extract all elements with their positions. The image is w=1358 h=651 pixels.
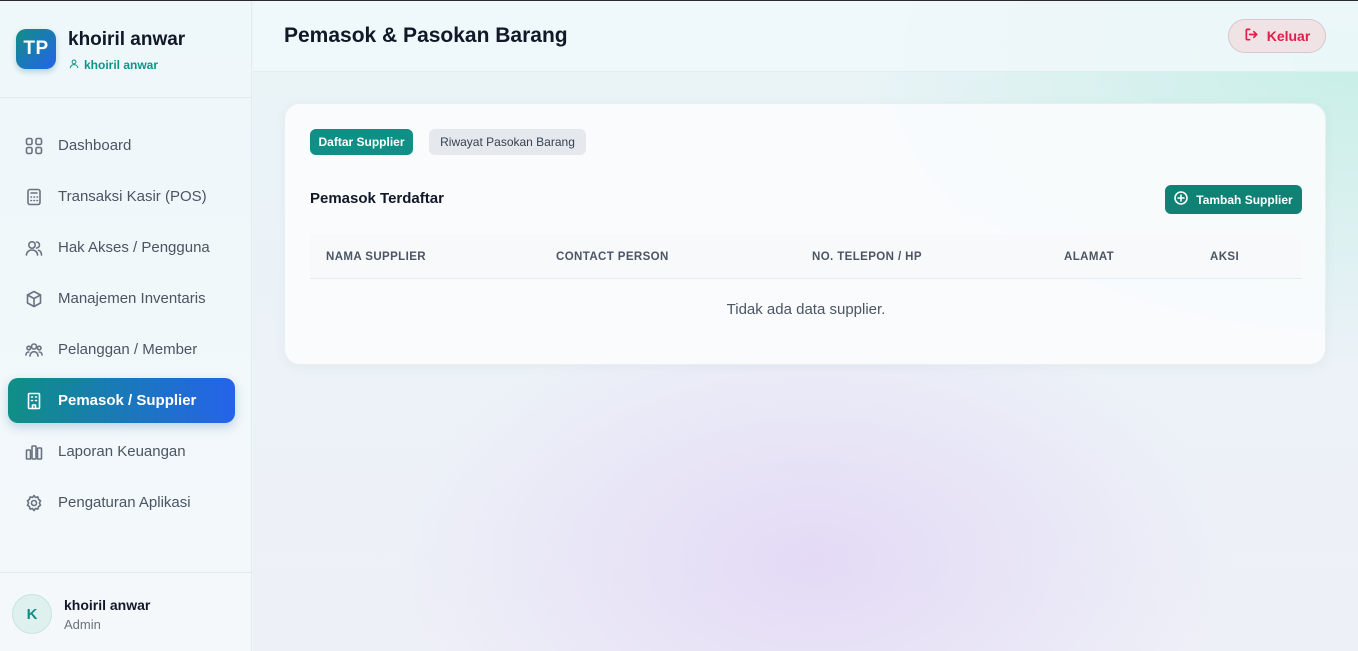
sidebar-item-label: Hak Akses / Pengguna (58, 239, 210, 256)
tab-supply-history[interactable]: Riwayat Pasokan Barang (429, 129, 586, 155)
supplier-card: Daftar Supplier Riwayat Pasokan Barang P… (284, 103, 1326, 365)
sidebar-item-customers[interactable]: Pelanggan / Member (8, 327, 235, 372)
sidebar-item-label: Pemasok / Supplier (58, 392, 197, 409)
sidebar-nav: Dashboard Transaksi Kasir (POS) Hak Akse… (8, 123, 235, 531)
column-header: NAMA SUPPLIER (326, 251, 426, 263)
brand-header: TP khoiril anwar khoiril anwar (0, 1, 252, 98)
logout-icon (1244, 27, 1259, 45)
add-supplier-button[interactable]: Tambah Supplier (1165, 185, 1302, 214)
main-content: Pemasok & Pasokan Barang Keluar Daftar S… (253, 1, 1358, 651)
users-icon (25, 239, 43, 257)
sidebar-item-settings[interactable]: Pengaturan Aplikasi (8, 480, 235, 525)
page-title: Pemasok & Pasokan Barang (284, 24, 568, 47)
sidebar-item-label: Pengaturan Aplikasi (58, 494, 191, 511)
tab-supplier-list[interactable]: Daftar Supplier (310, 129, 413, 155)
user-name: khoiril anwar (64, 597, 151, 613)
column-header: ALAMAT (1064, 251, 1115, 263)
plus-circle-icon (1174, 191, 1189, 208)
sidebar-item-label: Transaksi Kasir (POS) (58, 188, 207, 205)
sidebar-item-label: Laporan Keuangan (58, 443, 186, 460)
section-title: Pemasok Terdaftar (310, 190, 444, 207)
sidebar: TP khoiril anwar khoiril anwar Dashboard… (0, 1, 252, 651)
sidebar-item-pos[interactable]: Transaksi Kasir (POS) (8, 174, 235, 219)
column-header: CONTACT PERSON (556, 251, 669, 263)
add-supplier-label: Tambah Supplier (1196, 192, 1293, 207)
sidebar-item-suppliers[interactable]: Pemasok / Supplier (8, 378, 235, 423)
sidebar-item-inventory[interactable]: Manajemen Inventaris (8, 276, 235, 321)
table-header: NAMA SUPPLIER CONTACT PERSON NO. TELEPON… (310, 234, 1302, 279)
column-header: AKSI (1210, 251, 1240, 263)
sidebar-item-reports[interactable]: Laporan Keuangan (8, 429, 235, 474)
brand-username-label: khoiril anwar (84, 58, 159, 72)
topbar: Pemasok & Pasokan Barang Keluar (253, 1, 1358, 72)
sidebar-item-users[interactable]: Hak Akses / Pengguna (8, 225, 235, 270)
brand-logo: TP (16, 29, 56, 69)
calculator-icon (25, 188, 43, 206)
logout-button[interactable]: Keluar (1228, 19, 1326, 53)
sidebar-item-label: Dashboard (58, 137, 132, 154)
grid-icon (25, 137, 43, 155)
column-header: NO. TELEPON / HP (812, 251, 922, 263)
sidebar-item-label: Manajemen Inventaris (58, 290, 206, 307)
sidebar-item-label: Pelanggan / Member (58, 341, 198, 358)
user-icon (69, 58, 79, 72)
current-user[interactable]: K khoiril anwar Admin (0, 572, 252, 651)
logout-label: Keluar (1266, 28, 1311, 44)
empty-state-text: Tidak ada data supplier. (726, 301, 886, 318)
sidebar-item-dashboard[interactable]: Dashboard (8, 123, 235, 168)
user-role: Admin (64, 617, 101, 632)
brand-username: khoiril anwar (69, 58, 158, 72)
bar-chart-icon (25, 443, 43, 461)
building-icon (25, 392, 43, 410)
avatar: K (12, 594, 52, 634)
box-icon (25, 290, 43, 308)
gear-icon (25, 494, 43, 512)
brand-name: khoiril anwar (68, 29, 186, 50)
group-icon (25, 341, 43, 359)
